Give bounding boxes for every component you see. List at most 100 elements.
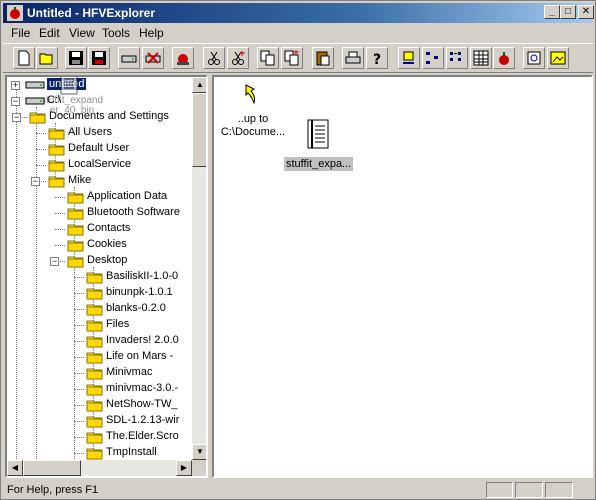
expand-icon[interactable]: + bbox=[11, 81, 20, 90]
folder-icon bbox=[48, 160, 65, 172]
tree-item-label: C:\ bbox=[47, 94, 62, 106]
collapse-icon[interactable]: − bbox=[50, 257, 59, 266]
new-icon[interactable] bbox=[13, 47, 35, 69]
folder-icon bbox=[86, 432, 103, 444]
tree-item-label: BasiliskII-1.0-0 bbox=[106, 270, 179, 282]
folder-icon bbox=[86, 288, 103, 300]
tree-item[interactable]: The.Elder.Scro bbox=[7, 429, 192, 445]
file-icon bbox=[307, 119, 329, 149]
main-window: Untitled - HFVExplorer _ □ ✕ File Edit V… bbox=[0, 0, 596, 500]
properties-icon[interactable] bbox=[523, 47, 545, 69]
menu-tools[interactable]: Tools bbox=[102, 26, 130, 40]
tree-item-label: Bluetooth Software bbox=[87, 206, 180, 218]
tree-item[interactable]: minivmac-3.0.- bbox=[7, 381, 192, 397]
collapse-icon[interactable]: − bbox=[12, 113, 21, 122]
tree-item-label: Minivmac bbox=[106, 366, 153, 378]
tree-item[interactable]: − Mike bbox=[7, 173, 192, 189]
tree-item[interactable]: Files bbox=[7, 317, 192, 333]
file-item[interactable]: stuffit_expa... bbox=[282, 117, 354, 173]
tree-item-label: SDL-1.2.13-wir bbox=[106, 414, 180, 426]
scroll-left-icon[interactable]: ◀ bbox=[7, 460, 23, 476]
open-icon[interactable] bbox=[36, 47, 58, 69]
unmount-icon[interactable] bbox=[142, 47, 164, 69]
large-icons-icon[interactable] bbox=[398, 47, 420, 69]
svg-text:?: ? bbox=[373, 52, 381, 66]
tree-item[interactable]: TmpInstall bbox=[7, 445, 192, 461]
collapse-icon[interactable]: − bbox=[11, 97, 20, 106]
image-icon[interactable] bbox=[547, 47, 569, 69]
tree-item[interactable]: SDL-1.2.13-wir bbox=[7, 413, 192, 429]
scroll-thumb[interactable] bbox=[192, 93, 206, 167]
tree-line bbox=[74, 277, 84, 278]
folder-icon bbox=[86, 416, 103, 428]
tree-item[interactable]: BasiliskII-1.0-0 bbox=[7, 269, 192, 285]
folder-tree[interactable]: + untitled stuffit_expand er_40_bin − C:… bbox=[5, 75, 208, 478]
tree-item[interactable]: Minivmac bbox=[7, 365, 192, 381]
scroll-thumb[interactable] bbox=[23, 460, 81, 476]
small-icons-icon[interactable] bbox=[422, 47, 444, 69]
tree-line bbox=[55, 229, 65, 230]
folder-icon bbox=[86, 352, 103, 364]
tree-item[interactable]: Contacts bbox=[7, 221, 192, 237]
save-icon[interactable] bbox=[88, 47, 110, 69]
maximize-button[interactable]: □ bbox=[560, 5, 576, 19]
copy-plus-icon[interactable] bbox=[281, 47, 303, 69]
tree-item-label: blanks-0.2.0 bbox=[106, 302, 166, 314]
mount-icon[interactable] bbox=[118, 47, 140, 69]
menu-edit[interactable]: Edit bbox=[39, 26, 60, 40]
copy-icon[interactable] bbox=[257, 47, 279, 69]
tree-item[interactable]: All Users bbox=[7, 125, 192, 141]
tree-vertical-scrollbar[interactable]: ▲ ▼ bbox=[192, 77, 206, 460]
collapse-icon[interactable]: − bbox=[31, 177, 40, 186]
tree-item-c-drive[interactable]: − C:\ bbox=[7, 93, 192, 109]
save-mac-icon[interactable] bbox=[65, 47, 87, 69]
list-icon[interactable] bbox=[446, 47, 468, 69]
print-icon[interactable] bbox=[342, 47, 364, 69]
tree-item[interactable]: Default User bbox=[7, 141, 192, 157]
tree-item[interactable]: Life on Mars - bbox=[7, 349, 192, 365]
folder-icon bbox=[67, 224, 84, 236]
menu-view[interactable]: View bbox=[69, 26, 95, 40]
file-label: stuffit_expa... bbox=[284, 157, 354, 171]
menu-file[interactable]: File bbox=[11, 26, 30, 40]
tree-horizontal-scrollbar[interactable]: ◀ ▶ bbox=[7, 460, 192, 476]
tree-item[interactable]: Bluetooth Software bbox=[7, 205, 192, 221]
cut-icon[interactable] bbox=[203, 47, 225, 69]
folder-icon bbox=[86, 304, 103, 316]
apple-eject-icon[interactable] bbox=[172, 47, 194, 69]
tree-item-label: LocalService bbox=[68, 158, 131, 170]
tree-item[interactable]: Cookies bbox=[7, 237, 192, 253]
title-bar[interactable]: Untitled - HFVExplorer _ □ ✕ bbox=[3, 3, 594, 23]
tree-line bbox=[74, 421, 84, 422]
tree-item[interactable]: Application Data bbox=[7, 189, 192, 205]
details-icon[interactable] bbox=[470, 47, 492, 69]
tree-item[interactable]: − Documents and Settings bbox=[7, 109, 192, 125]
tree-item[interactable]: binunpk-1.0.1 bbox=[7, 285, 192, 301]
help-icon[interactable]: ? bbox=[366, 47, 388, 69]
scroll-up-icon[interactable]: ▲ bbox=[192, 77, 206, 93]
tree-item[interactable]: Invaders! 2.0.0 bbox=[7, 333, 192, 349]
tree-line bbox=[74, 325, 84, 326]
tree-item[interactable]: − Desktop bbox=[7, 253, 192, 269]
paste-icon[interactable] bbox=[312, 47, 334, 69]
scroll-right-icon[interactable]: ▶ bbox=[176, 460, 192, 476]
up-folder-item[interactable]: ..up to C:\Docume... bbox=[218, 83, 288, 143]
resize-grip[interactable] bbox=[575, 482, 593, 498]
tree-item[interactable]: NetShow-TW_ bbox=[7, 397, 192, 413]
close-button[interactable]: ✕ bbox=[578, 5, 594, 19]
folder-icon bbox=[86, 400, 103, 412]
file-view[interactable]: ..up to C:\Docume... stuffit_expa... bbox=[212, 75, 593, 478]
folder-icon bbox=[86, 384, 103, 396]
status-panel bbox=[545, 482, 573, 498]
tree-item-label: Documents and Settings bbox=[49, 110, 169, 122]
menu-help[interactable]: Help bbox=[139, 26, 164, 40]
cut-plus-icon[interactable] bbox=[227, 47, 249, 69]
file-icon bbox=[60, 77, 78, 95]
tree-line bbox=[74, 373, 84, 374]
tree-item[interactable]: blanks-0.2.0 bbox=[7, 301, 192, 317]
apple-icon[interactable] bbox=[493, 47, 515, 69]
tree-item-label: Files bbox=[106, 318, 130, 330]
minimize-button[interactable]: _ bbox=[544, 5, 560, 19]
tree-item[interactable]: LocalService bbox=[7, 157, 192, 173]
scroll-down-icon[interactable]: ▼ bbox=[192, 444, 206, 460]
